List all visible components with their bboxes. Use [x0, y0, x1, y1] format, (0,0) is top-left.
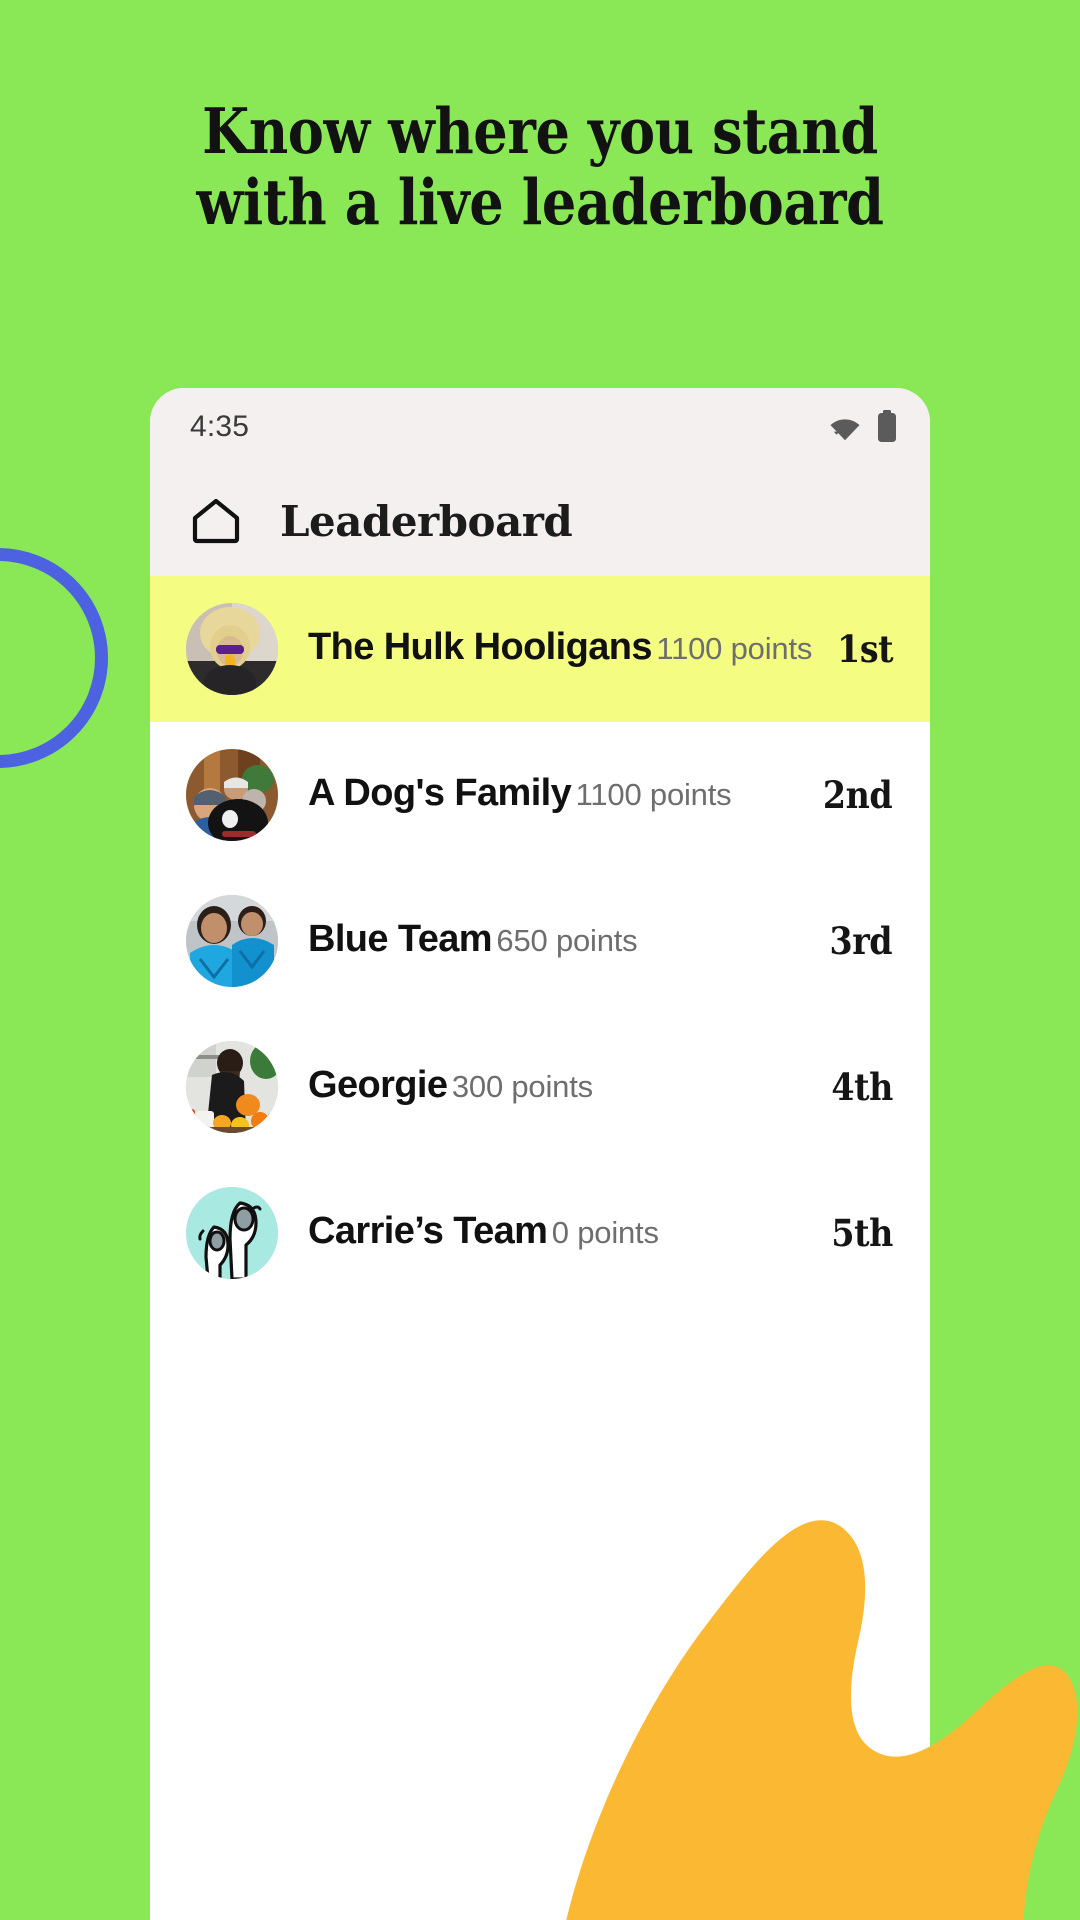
- headline-line-1: Know where you stand: [202, 94, 878, 168]
- phone-mockup: 4:35 Leaderboard The Hulk Hooligans 1100…: [150, 388, 930, 1920]
- rank-badge: 1st: [836, 627, 893, 671]
- team-points: 650 points: [496, 923, 638, 959]
- decorative-blue-circle: [0, 548, 108, 768]
- leaderboard-row-1[interactable]: The Hulk Hooligans 1100 points 1st: [150, 576, 930, 722]
- leaderboard-row-3[interactable]: Blue Team 650 points 3rd: [150, 868, 930, 1014]
- team-points: 300 points: [451, 1069, 593, 1105]
- status-bar-icons: [828, 410, 898, 444]
- status-bar: 4:35: [150, 388, 930, 466]
- team-points: 0 points: [551, 1215, 659, 1251]
- leaderboard-list: The Hulk Hooligans 1100 points 1st A Dog…: [150, 576, 930, 1306]
- rank-badge: 4th: [831, 1065, 893, 1109]
- leaderboard-row-4[interactable]: Georgie 300 points 4th: [150, 1014, 930, 1160]
- home-icon[interactable]: [190, 495, 242, 547]
- rank-badge: 2nd: [822, 773, 893, 817]
- avatar-carries-team: [186, 1187, 278, 1279]
- leaderboard-row-5[interactable]: Carrie’s Team 0 points 5th: [150, 1160, 930, 1306]
- promo-screenshot: Know where you stand with a live leaderb…: [0, 0, 1080, 1920]
- avatar-georgie: [186, 1041, 278, 1133]
- headline-line-2: with a live leaderboard: [196, 164, 884, 239]
- team-name: Georgie: [308, 1064, 448, 1107]
- team-name: A Dog's Family: [308, 772, 572, 815]
- row-text: A Dog's Family 1100 points: [308, 772, 819, 817]
- rank-badge: 3rd: [829, 919, 893, 963]
- team-points: 1100 points: [575, 777, 732, 813]
- leaderboard-row-2[interactable]: A Dog's Family 1100 points 2nd: [150, 722, 930, 868]
- row-text: Georgie 300 points: [308, 1064, 828, 1109]
- row-text: The Hulk Hooligans 1100 points: [308, 626, 834, 671]
- app-bar-title: Leaderboard: [280, 496, 573, 546]
- row-text: Blue Team 650 points: [308, 918, 826, 963]
- avatar-hulk-hooligans: [186, 603, 278, 695]
- row-text: Carrie’s Team 0 points: [308, 1210, 828, 1255]
- wifi-icon: [830, 419, 860, 441]
- battery-full-icon: [878, 410, 896, 442]
- team-name: Carrie’s Team: [308, 1210, 548, 1253]
- avatar-dogs-family: [186, 749, 278, 841]
- team-name: The Hulk Hooligans: [308, 626, 653, 669]
- page-title: Know where you stand with a live leaderb…: [76, 96, 1005, 237]
- app-bar: Leaderboard: [150, 466, 930, 576]
- status-bar-clock: 4:35: [190, 410, 250, 443]
- team-points: 1100 points: [656, 631, 813, 667]
- avatar-blue-team: [186, 895, 278, 987]
- rank-badge: 5th: [831, 1211, 893, 1255]
- team-name: Blue Team: [308, 918, 493, 961]
